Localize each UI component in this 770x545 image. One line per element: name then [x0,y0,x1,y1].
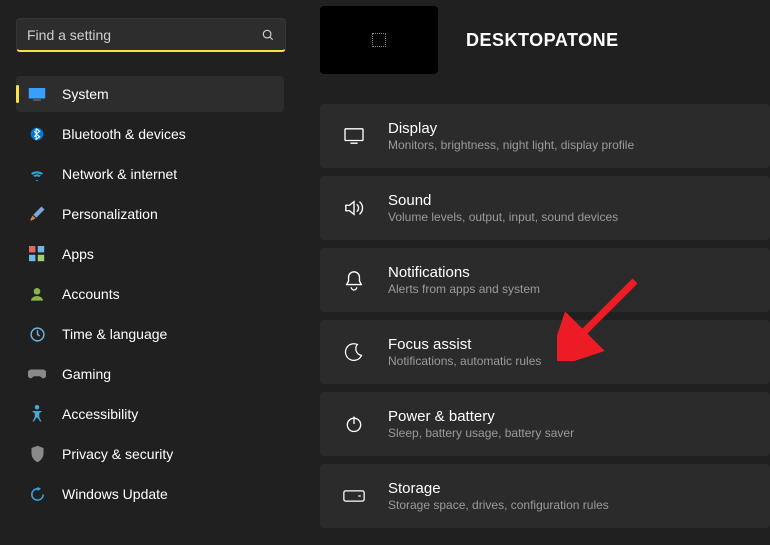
sidebar-item-label: Bluetooth & devices [62,126,186,142]
preview-icon [372,33,386,47]
panel-subtitle: Alerts from apps and system [388,282,540,296]
panel-title: Display [388,120,634,137]
panel-subtitle: Monitors, brightness, night light, displ… [388,138,634,152]
panel-storage[interactable]: Storage Storage space, drives, configura… [320,464,770,528]
bell-icon [342,268,366,292]
header: DESKTOPATONE [310,6,770,74]
panel-power[interactable]: Power & battery Sleep, battery usage, ba… [320,392,770,456]
sidebar-item-label: Network & internet [62,166,177,182]
sidebar-item-apps[interactable]: Apps [16,236,284,272]
panel-title: Power & battery [388,408,574,425]
system-icon [28,85,46,103]
desktop-preview [320,6,438,74]
panel-subtitle: Notifications, automatic rules [388,354,541,368]
panel-sound[interactable]: Sound Volume levels, output, input, soun… [320,176,770,240]
shield-icon [28,445,46,463]
power-icon [342,412,366,436]
sidebar-item-label: Accounts [62,286,120,302]
panel-text: Sound Volume levels, output, input, soun… [388,192,618,224]
moon-icon [342,340,366,364]
panel-text: Focus assist Notifications, automatic ru… [388,336,541,368]
panel-text: Notifications Alerts from apps and syste… [388,264,540,296]
sidebar-item-label: System [62,86,109,102]
sidebar-item-accounts[interactable]: Accounts [16,276,284,312]
sidebar-item-label: Accessibility [62,406,138,422]
panel-subtitle: Sleep, battery usage, battery saver [388,426,574,440]
nav-list: System Bluetooth & devices Network & int… [16,76,284,512]
sidebar-item-label: Time & language [62,326,167,342]
wifi-icon [28,165,46,183]
gaming-icon [28,365,46,383]
clock-globe-icon [28,325,46,343]
panel-focus-assist[interactable]: Focus assist Notifications, automatic ru… [320,320,770,384]
panel-text: Storage Storage space, drives, configura… [388,480,609,512]
sidebar-item-label: Windows Update [62,486,168,502]
sidebar-item-accessibility[interactable]: Accessibility [16,396,284,432]
panel-title: Storage [388,480,609,497]
update-icon [28,485,46,503]
panel-notifications[interactable]: Notifications Alerts from apps and syste… [320,248,770,312]
panel-title: Sound [388,192,618,209]
person-icon [28,285,46,303]
sidebar-item-label: Gaming [62,366,111,382]
page-title: DESKTOPATONE [466,30,619,51]
panel-text: Power & battery Sleep, battery usage, ba… [388,408,574,440]
sidebar-item-label: Personalization [62,206,158,222]
panel-subtitle: Storage space, drives, configuration rul… [388,498,609,512]
sidebar-item-gaming[interactable]: Gaming [16,356,284,392]
paintbrush-icon [28,205,46,223]
sidebar-item-network[interactable]: Network & internet [16,156,284,192]
apps-icon [28,245,46,263]
sidebar-item-system[interactable]: System [16,76,284,112]
main-content: DESKTOPATONE Display Monitors, brightnes… [300,0,770,545]
sidebar: System Bluetooth & devices Network & int… [0,0,300,545]
panel-text: Display Monitors, brightness, night ligh… [388,120,634,152]
accessibility-icon [28,405,46,423]
sidebar-item-bluetooth[interactable]: Bluetooth & devices [16,116,284,152]
panel-subtitle: Volume levels, output, input, sound devi… [388,210,618,224]
sidebar-item-time[interactable]: Time & language [16,316,284,352]
panel-title: Focus assist [388,336,541,353]
search-icon [261,28,275,42]
sidebar-item-label: Apps [62,246,94,262]
search-input-wrap[interactable] [16,18,286,52]
panel-title: Notifications [388,264,540,281]
sidebar-item-update[interactable]: Windows Update [16,476,284,512]
search-input[interactable] [27,27,261,43]
sidebar-item-label: Privacy & security [62,446,173,462]
panel-display[interactable]: Display Monitors, brightness, night ligh… [320,104,770,168]
sidebar-item-privacy[interactable]: Privacy & security [16,436,284,472]
sound-icon [342,196,366,220]
display-icon [342,124,366,148]
storage-icon [342,484,366,508]
sidebar-item-personalization[interactable]: Personalization [16,196,284,232]
header-title-block: DESKTOPATONE [466,30,619,51]
bluetooth-icon [28,125,46,143]
